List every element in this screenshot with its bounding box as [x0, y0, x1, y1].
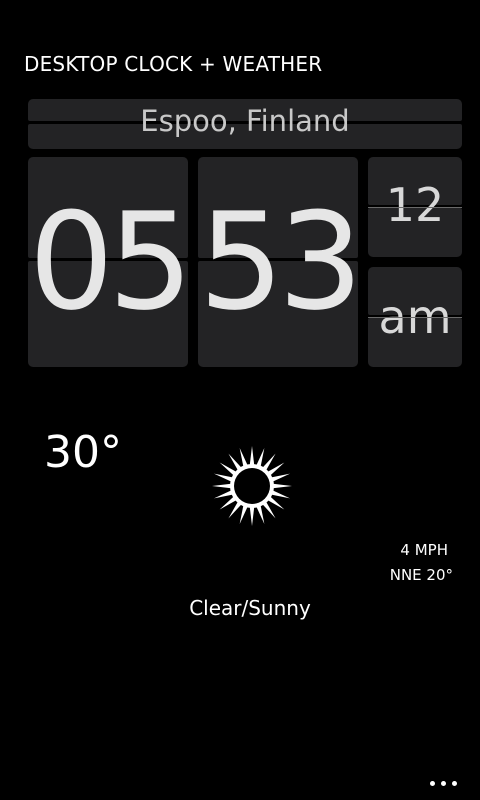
sun-ray [249, 446, 255, 467]
ampm-tile: am [368, 267, 462, 367]
minutes-value: 53 [198, 184, 364, 340]
dot [430, 781, 435, 786]
sun-ray [212, 483, 233, 489]
wind-direction: NNE 20° [389, 566, 453, 584]
sun-ray [249, 505, 255, 526]
location-banner[interactable]: Espoo, Finland [28, 99, 462, 149]
app-title: DESKTOP CLOCK + WEATHER [24, 52, 323, 76]
ampm-flip-crease [368, 317, 462, 318]
seconds-value: 12 [385, 178, 445, 232]
temperature: 30° [44, 427, 122, 478]
location-label: Espoo, Finland [140, 104, 350, 138]
wind-speed: 4 MPH [400, 541, 448, 559]
minutes-tile: 53 [198, 157, 364, 367]
sun-icon [212, 446, 292, 526]
ellipsis-icon[interactable] [430, 778, 458, 788]
dot [452, 781, 457, 786]
sun-ray [271, 483, 292, 489]
seconds-flip-crease [368, 207, 462, 208]
dot [441, 781, 446, 786]
weather-condition: Clear/Sunny [189, 596, 311, 620]
hours-value: 05 [28, 184, 194, 340]
seconds-tile: 12 [368, 157, 462, 257]
hours-tile: 05 [28, 157, 194, 367]
